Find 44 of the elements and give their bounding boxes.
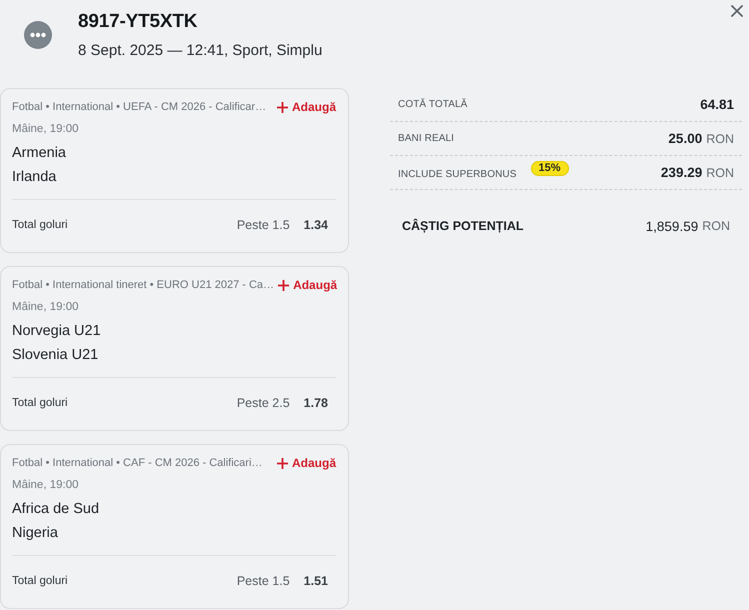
summary-value: 25.00: [668, 131, 702, 146]
ticket-details: 8 Sept. 2025 — 12:41, Sport, Simplu: [78, 41, 322, 61]
market-name: Total goluri: [12, 219, 68, 231]
currency-label: RON: [706, 166, 734, 180]
plus-icon: [276, 458, 288, 468]
team-name: Nigeria: [12, 524, 58, 543]
odds-value: 1.78: [304, 396, 328, 410]
competition-breadcrumb: Fotbal • International • CAF - CM 2026 - Calificari…: [12, 456, 262, 471]
add-button[interactable]: Adaugă: [278, 277, 338, 293]
summary-label: COTĂ TOTALĂ: [398, 99, 468, 110]
close-button[interactable]: [731, 5, 743, 17]
plus-icon: [276, 102, 288, 112]
event-time: Mâine, 19:00: [12, 122, 78, 137]
market-name: Total goluri: [12, 397, 68, 409]
odds-value: 1.51: [304, 574, 328, 588]
selection-label: Peste 1.5: [236, 218, 290, 232]
team-name: Slovenia U21: [12, 346, 98, 365]
summary-value: 239.29: [660, 165, 702, 180]
currency-label: RON: [706, 132, 734, 146]
team-name: Irlanda: [12, 168, 56, 187]
event-time: Mâine, 19:00: [12, 300, 78, 315]
currency-label: RON: [702, 219, 730, 233]
summary-label: INCLUDE SUPERBONUS: [398, 169, 516, 180]
team-name: Norvegia U21: [12, 322, 101, 341]
event-time: Mâine, 19:00: [12, 478, 78, 493]
team-name: Africa de Sud: [12, 500, 100, 519]
potential-win-value: 1,859.59: [646, 218, 698, 234]
selection-label: Peste 1.5: [236, 574, 290, 588]
ticket-code: 8917-YT5XTK: [78, 10, 198, 34]
add-button[interactable]: Adaugă: [276, 99, 336, 115]
plus-icon: [278, 280, 290, 290]
add-button[interactable]: Adaugă: [276, 455, 336, 471]
team-name: Armenia: [12, 144, 66, 163]
ellipsis-icon: [24, 21, 52, 49]
summary-value: 64.81: [700, 97, 734, 112]
competition-breadcrumb: Fotbal • International • UEFA - CM 2026 - Calificar…: [12, 100, 266, 115]
odds-value: 1.34: [304, 218, 328, 232]
close-icon: [731, 5, 743, 17]
selection-label: Peste 2.5: [236, 396, 290, 410]
summary-label: BANI REALI: [398, 133, 454, 144]
market-name: Total goluri: [12, 575, 68, 587]
potential-win-label: CÂȘTIG POTENȚIAL: [402, 219, 524, 233]
competition-breadcrumb: Fotbal • International tineret • EURO U21 2027 - Ca…: [12, 278, 274, 293]
bonus-badge: 15%: [530, 161, 569, 176]
